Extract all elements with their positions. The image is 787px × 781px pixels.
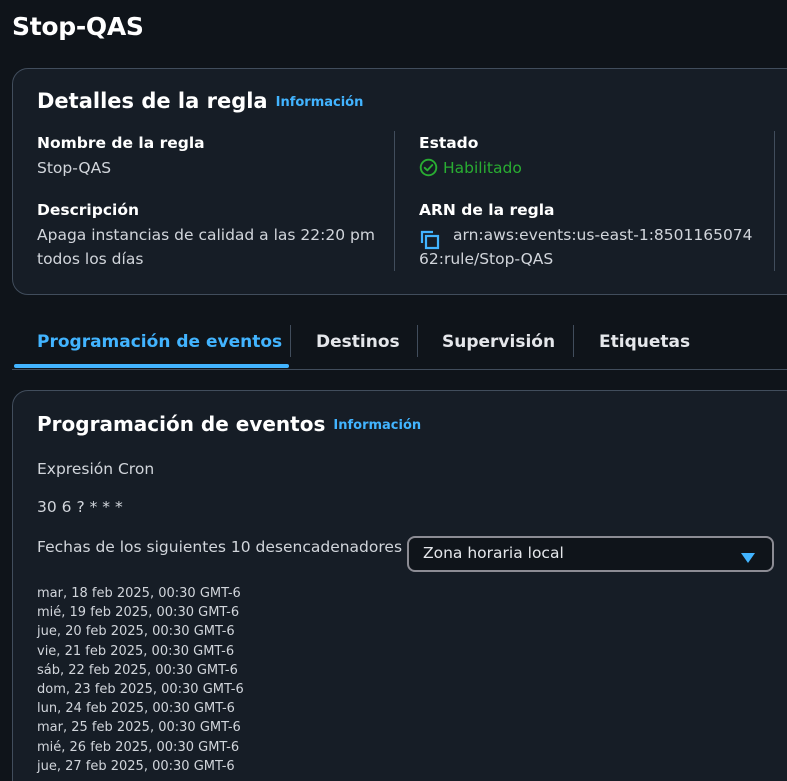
tabs-bar: Programación de eventos Destinos Supervi… xyxy=(12,320,787,370)
status-value: Habilitado xyxy=(443,158,522,177)
description-line-1: Apaga instancias de calidad a las 22:20 … xyxy=(37,226,375,244)
description-line-2: todos los días xyxy=(37,250,144,268)
rule-name-label: Nombre de la regla xyxy=(37,134,205,152)
tab-event-schedule[interactable]: Programación de eventos xyxy=(37,320,282,364)
rule-details-heading: Detalles de la regla Información xyxy=(37,89,363,113)
description-value: Apaga instancias de calidad a las 22:20 … xyxy=(37,223,375,271)
tab-separator xyxy=(290,325,291,357)
active-tab-indicator xyxy=(14,364,289,368)
tab-monitoring[interactable]: Supervisión xyxy=(442,320,555,364)
list-item: mié, 26 feb 2025, 00:30 GMT-6 xyxy=(37,739,240,755)
event-schedule-heading: Programación de eventos Información xyxy=(37,412,421,436)
rule-details-title: Detalles de la regla xyxy=(37,89,268,113)
cron-expression-value: 30 6 ? * * * xyxy=(37,498,123,516)
event-schedule-title: Programación de eventos xyxy=(37,412,326,436)
next-trigger-dates: mar, 18 feb 2025, 00:30 GMT-6 mié, 19 fe… xyxy=(37,584,244,776)
column-divider-right xyxy=(774,131,775,271)
tab-targets[interactable]: Destinos xyxy=(316,320,400,364)
list-item: mar, 25 feb 2025, 00:30 GMT-6 xyxy=(37,720,241,736)
caret-down-icon xyxy=(741,549,755,568)
timezone-select[interactable]: Zona horaria local xyxy=(407,536,774,572)
list-item: dom, 23 feb 2025, 00:30 GMT-6 xyxy=(37,681,244,697)
arn-value-line-2: 62:rule/Stop-QAS xyxy=(419,250,554,268)
list-item: jue, 27 feb 2025, 00:30 GMT-6 xyxy=(37,758,235,774)
cron-expression-label: Expresión Cron xyxy=(37,460,155,478)
column-divider xyxy=(394,131,395,271)
page-title: Stop-QAS xyxy=(12,12,144,41)
list-item: sáb, 22 feb 2025, 00:30 GMT-6 xyxy=(37,662,238,678)
rule-details-info-link[interactable]: Información xyxy=(276,95,364,110)
rule-details-card: Detalles de la regla Información Nombre d… xyxy=(12,68,787,295)
check-circle-icon xyxy=(419,158,438,177)
tab-separator xyxy=(417,325,418,357)
status-badge: Habilitado xyxy=(419,158,522,177)
arn-label: ARN de la regla xyxy=(419,201,555,219)
status-label: Estado xyxy=(419,134,479,152)
rule-name-value: Stop-QAS xyxy=(37,159,112,177)
next-triggers-label: Fechas de los siguientes 10 desencadenad… xyxy=(37,538,403,556)
list-item: mar, 18 feb 2025, 00:30 GMT-6 xyxy=(37,586,241,601)
timezone-select-value: Zona horaria local xyxy=(423,544,564,562)
description-label: Descripción xyxy=(37,201,140,219)
list-item: jue, 20 feb 2025, 00:30 GMT-6 xyxy=(37,624,235,640)
list-item: mié, 19 feb 2025, 00:30 GMT-6 xyxy=(37,605,240,621)
arn-value-line-1: arn:aws:events:us-east-1:8501165074 xyxy=(453,226,753,244)
event-schedule-card: Programación de eventos Información Expre… xyxy=(12,390,787,781)
tab-separator xyxy=(573,325,574,357)
tab-tags[interactable]: Etiquetas xyxy=(599,320,690,364)
event-schedule-info-link[interactable]: Información xyxy=(333,418,421,433)
list-item: vie, 21 feb 2025, 00:30 GMT-6 xyxy=(37,643,235,659)
list-item: lun, 24 feb 2025, 00:30 GMT-6 xyxy=(37,701,235,717)
